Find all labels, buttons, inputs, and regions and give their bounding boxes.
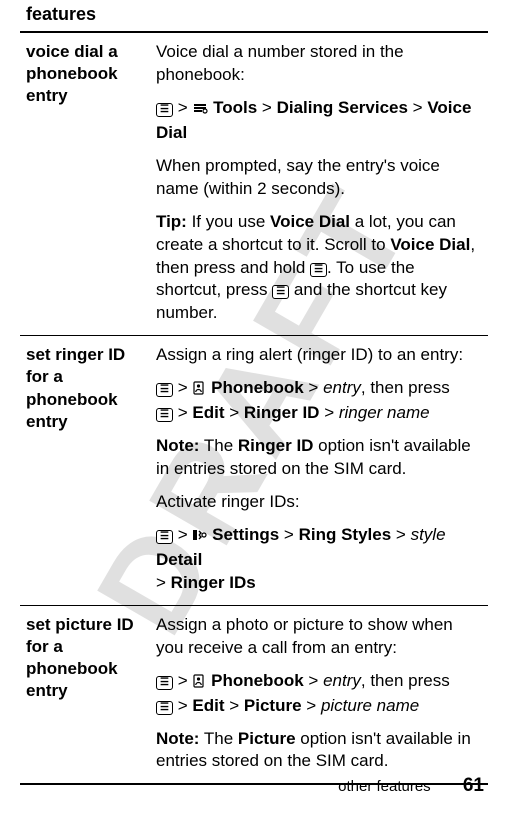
table-header-row: features	[20, 0, 488, 32]
gt: >	[324, 403, 334, 422]
menu-path: ☰ > Settings > Ring Styles > style Detai…	[156, 524, 482, 595]
menu-key-icon: ☰	[156, 701, 173, 715]
path-phonebook: Phonebook	[211, 671, 304, 690]
note-label: Note:	[156, 436, 199, 455]
path-phonebook: Phonebook	[211, 378, 304, 397]
tools-icon	[192, 99, 208, 122]
gt: >	[284, 525, 294, 544]
path-tools: Tools	[213, 98, 257, 117]
menu-path: ☰ > Tools > Dialing Services > Voice Dia…	[156, 97, 482, 145]
table-header: features	[20, 0, 488, 32]
gt: >	[178, 525, 188, 544]
path-ring: Ring Styles	[299, 525, 392, 544]
row-label: set ringer ID for a phonebook entry	[20, 336, 150, 605]
paragraph: Voice dial a number stored in the phoneb…	[156, 41, 482, 87]
text: The	[199, 729, 237, 748]
gt: >	[178, 378, 188, 397]
gt: >	[308, 671, 318, 690]
gt: >	[262, 98, 272, 117]
path-name: ringer name	[339, 403, 430, 422]
features-table: features voice dial a phonebook entry Vo…	[20, 0, 488, 785]
note-paragraph: Note: The Ringer ID option isn't availab…	[156, 435, 482, 481]
path-style: style	[411, 525, 446, 544]
gt: >	[178, 671, 188, 690]
path-ringer: Ringer ID	[244, 403, 320, 422]
menu-key-icon: ☰	[156, 103, 173, 117]
gt: >	[229, 403, 239, 422]
option-ref: Ringer ID	[238, 436, 314, 455]
page-footer: other features 61	[338, 775, 484, 797]
gt: >	[156, 573, 166, 592]
menu-key-icon: ☰	[156, 530, 173, 544]
gt: >	[413, 98, 423, 117]
tip-paragraph: Tip: If you use Voice Dial a lot, you ca…	[156, 211, 482, 326]
row-body: Assign a photo or picture to show when y…	[150, 605, 488, 784]
gt: >	[306, 696, 316, 715]
path-entry: entry	[323, 671, 361, 690]
menu-key-icon: ☰	[310, 263, 327, 277]
path-entry: entry	[323, 378, 361, 397]
menu-key-icon: ☰	[156, 383, 173, 397]
table-row: set ringer ID for a phonebook entry Assi…	[20, 336, 488, 605]
page-content: features voice dial a phonebook entry Vo…	[0, 0, 508, 785]
path-edit: Edit	[192, 403, 224, 422]
option-ref: Picture	[238, 729, 296, 748]
menu-path: ☰ > Phonebook > entry, then press ☰ > Ed…	[156, 670, 482, 718]
note-label: Note:	[156, 729, 199, 748]
tip-label: Tip:	[156, 212, 187, 231]
footer-section: other features	[338, 778, 431, 795]
gt: >	[178, 403, 188, 422]
menu-key-icon: ☰	[272, 285, 289, 299]
gt: >	[178, 696, 188, 715]
row-body: Voice dial a number stored in the phoneb…	[150, 32, 488, 336]
text: If you use	[187, 212, 270, 231]
table-row: set picture ID for a phonebook entry Ass…	[20, 605, 488, 784]
path-detail: Detail	[156, 550, 202, 569]
paragraph: Activate ringer IDs:	[156, 491, 482, 514]
row-label: voice dial a phonebook entry	[20, 32, 150, 336]
paragraph: Assign a photo or picture to show when y…	[156, 614, 482, 660]
phonebook-icon	[192, 672, 206, 695]
text: , then press	[361, 671, 450, 690]
gt: >	[308, 378, 318, 397]
gt: >	[178, 98, 188, 117]
page-number: 61	[463, 775, 484, 796]
path-picture: Picture	[244, 696, 302, 715]
text: The	[199, 436, 237, 455]
menu-key-icon: ☰	[156, 408, 173, 422]
gt: >	[396, 525, 406, 544]
text: , then press	[361, 378, 450, 397]
gt: >	[229, 696, 239, 715]
row-body: Assign a ring alert (ringer ID) to an en…	[150, 336, 488, 605]
paragraph: Assign a ring alert (ringer ID) to an en…	[156, 344, 482, 367]
path-dialing: Dialing Services	[277, 98, 408, 117]
voice-dial-ref: Voice Dial	[270, 212, 350, 231]
phonebook-icon	[192, 379, 206, 402]
settings-icon	[192, 526, 207, 549]
path-settings: Settings	[212, 525, 279, 544]
note-paragraph: Note: The Picture option isn't available…	[156, 728, 482, 774]
path-name: picture name	[321, 696, 419, 715]
row-label: set picture ID for a phonebook entry	[20, 605, 150, 784]
paragraph: When prompted, say the entry's voice nam…	[156, 155, 482, 201]
menu-path: ☰ > Phonebook > entry, then press ☰ > Ed…	[156, 377, 482, 425]
path-edit: Edit	[192, 696, 224, 715]
voice-dial-ref: Voice Dial	[390, 235, 470, 254]
table-row: voice dial a phonebook entry Voice dial …	[20, 32, 488, 336]
menu-key-icon: ☰	[156, 676, 173, 690]
path-ids: Ringer IDs	[171, 573, 256, 592]
